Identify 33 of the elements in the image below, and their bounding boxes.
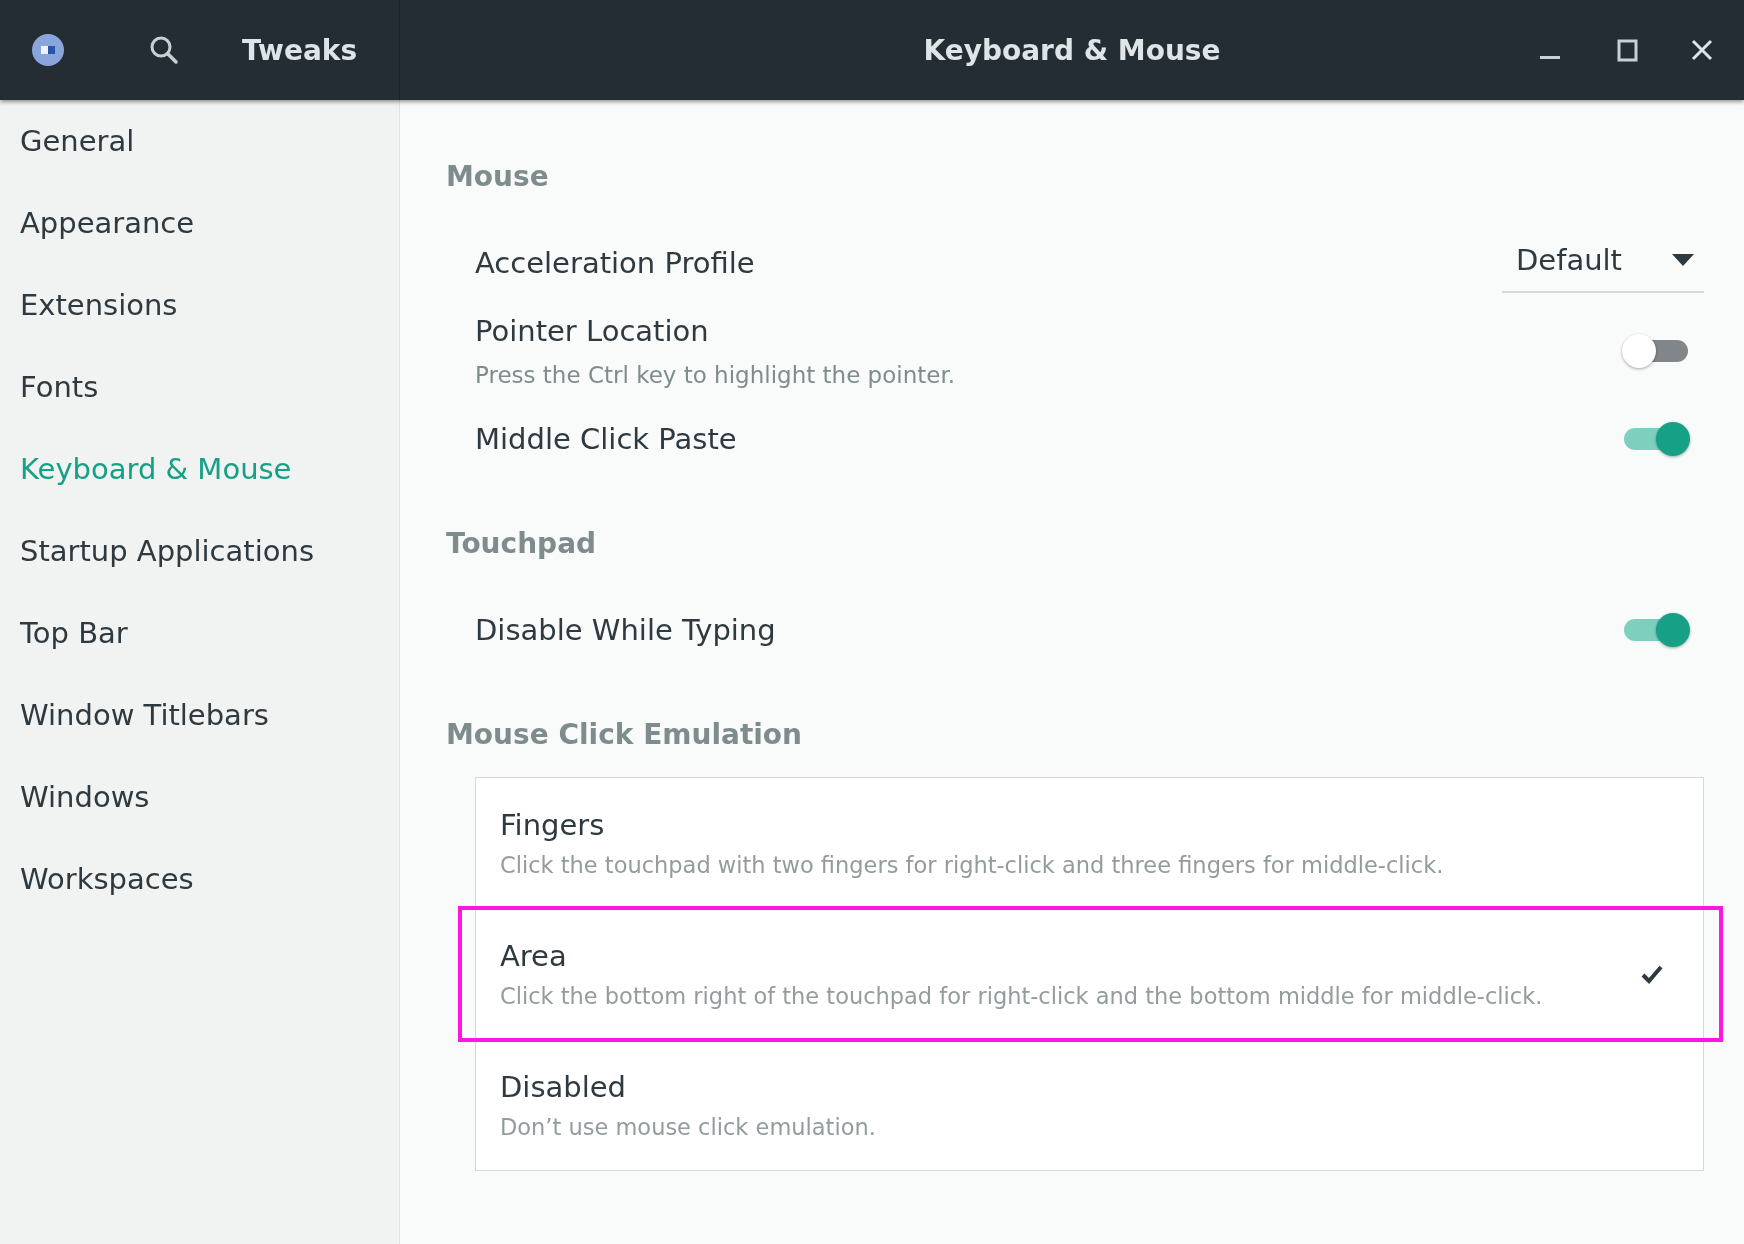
sidebar-item[interactable]: Windows: [0, 756, 170, 838]
minimize-icon: [1540, 56, 1560, 59]
sidebar-item[interactable]: Fonts: [0, 346, 119, 428]
sidebar-item[interactable]: Appearance: [0, 182, 215, 264]
sidebar-item[interactable]: Extensions: [0, 264, 198, 346]
sidebar-item[interactable]: Window Titlebars: [0, 674, 289, 756]
option-row[interactable]: Fingers Click the touchpad with two fingers for right-click and three fingers for middle-click.: [476, 778, 1703, 909]
option-label: Disabled: [500, 1070, 627, 1104]
section-title: Mouse: [446, 160, 550, 193]
option-description: Click the bottom right of the touchpad for right-click and the bottom middle for middle-click.: [500, 983, 1543, 1009]
setting-description: Press the Ctrl key to highlight the pointer.: [475, 362, 957, 388]
app-title: Tweaks: [242, 33, 358, 67]
sidebar-item[interactable]: Top Bar: [0, 592, 148, 674]
caret-icon: [1672, 254, 1694, 266]
sidebar-item[interactable]: General: [0, 100, 155, 182]
dropdown[interactable]: Default: [1502, 233, 1704, 293]
setting-label: Middle Click Paste: [475, 422, 738, 456]
setting-label: Disable While Typing: [475, 613, 777, 647]
option-description: Don’t use mouse click emulation.: [500, 1114, 876, 1140]
window-title: Keyboard & Mouse: [923, 33, 1221, 67]
setting-label: Acceleration Profile: [475, 246, 756, 280]
section-title: Touchpad: [446, 527, 598, 560]
setting-label: Pointer Location: [475, 314, 710, 348]
option-row[interactable]: Area Click the bottom right of the touchpad for right-click and the bottom middle for middle-click.: [476, 909, 1703, 1040]
search-icon[interactable]: [148, 34, 180, 66]
option-label: Fingers: [500, 808, 606, 842]
option-label: Area: [500, 939, 568, 973]
sidebar-item[interactable]: Workspaces: [0, 838, 214, 920]
option-row[interactable]: Disabled Don’t use mouse click emulation.: [476, 1040, 1703, 1170]
option-description: Click the touchpad with two fingers for right-click and three fingers for middle-click.: [500, 852, 1444, 878]
app-icon[interactable]: [32, 34, 64, 66]
sidebar-item[interactable]: Startup Applications: [0, 510, 334, 592]
section-title: Mouse Click Emulation: [446, 718, 804, 751]
